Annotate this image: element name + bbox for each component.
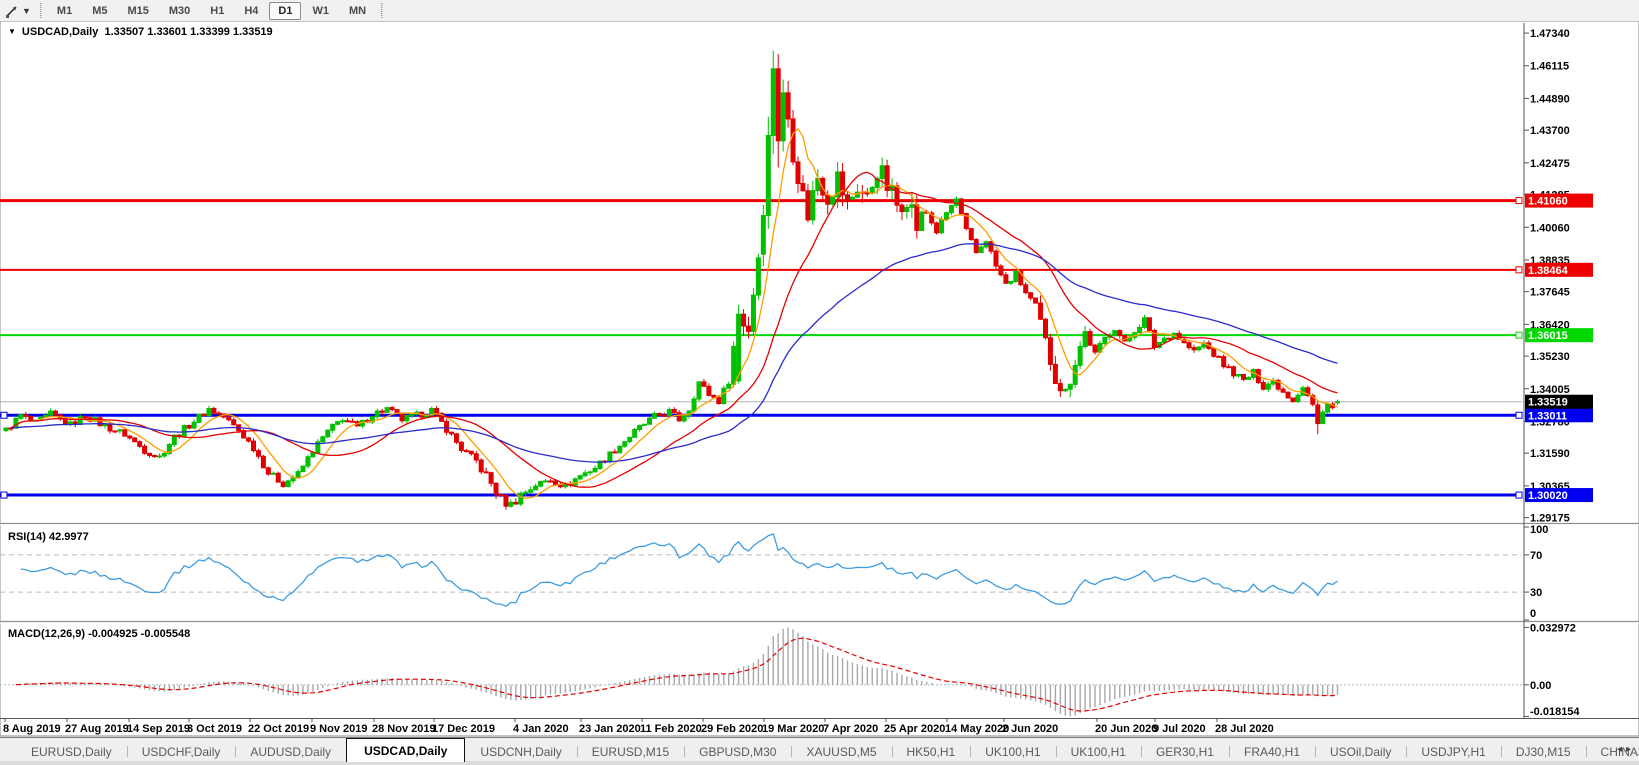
- timeframe-button-h1[interactable]: H1: [201, 2, 233, 20]
- svg-text:3 Oct 2019: 3 Oct 2019: [187, 723, 242, 735]
- svg-text:0: 0: [1530, 608, 1536, 620]
- svg-text:2 Jun 2020: 2 Jun 2020: [1002, 723, 1058, 735]
- timeframe-buttons: M1M5M15M30H1H4D1W1MN: [47, 0, 376, 21]
- svg-text:1.30020: 1.30020: [1528, 490, 1568, 502]
- svg-text:19 Mar 2020: 19 Mar 2020: [762, 723, 824, 735]
- chart-collapse-icon[interactable]: ▼: [8, 27, 16, 36]
- svg-text:1.36015: 1.36015: [1528, 330, 1568, 342]
- svg-text:1.29175: 1.29175: [1530, 513, 1570, 525]
- svg-text:1.35230: 1.35230: [1530, 351, 1570, 363]
- chart-tab-uk100-h1[interactable]: UK100,H1: [970, 741, 1055, 762]
- svg-text:23 Jan 2020: 23 Jan 2020: [579, 723, 641, 735]
- macd-indicator-label: MACD(12,26,9) -0.004925 -0.005548: [8, 628, 190, 640]
- svg-text:28 Jul 2020: 28 Jul 2020: [1215, 723, 1274, 735]
- timeframe-button-w1[interactable]: W1: [303, 2, 338, 20]
- svg-text:8 Aug 2019: 8 Aug 2019: [3, 723, 61, 735]
- svg-text:7 Apr 2020: 7 Apr 2020: [823, 723, 878, 735]
- svg-text:14 Sep 2019: 14 Sep 2019: [127, 723, 190, 735]
- svg-text:29 Feb 2020: 29 Feb 2020: [701, 723, 763, 735]
- chart-tab-usoil-daily[interactable]: USOil,Daily: [1315, 741, 1406, 762]
- svg-text:1.33519: 1.33519: [1528, 397, 1568, 409]
- chart-tab-gbpusd-m30[interactable]: GBPUSD,M30: [684, 741, 791, 762]
- chart-ohlc-values: 1.33507 1.33601 1.33399 1.33519: [104, 26, 272, 38]
- chart-title[interactable]: ▼ USDCAD,Daily 1.33507 1.33601 1.33399 1.…: [8, 26, 273, 38]
- chart-tab-usdjpy-h1[interactable]: USDJPY,H1: [1406, 741, 1500, 762]
- chart-tab-uk100-h1[interactable]: UK100,H1: [1056, 741, 1141, 762]
- chart-tab-usdcad-daily[interactable]: USDCAD,Daily: [346, 738, 465, 762]
- svg-text:1.37645: 1.37645: [1530, 287, 1570, 299]
- timeframe-button-m5[interactable]: M5: [83, 2, 116, 20]
- timeframe-button-mn[interactable]: MN: [340, 2, 375, 20]
- svg-text:30: 30: [1530, 587, 1542, 599]
- svg-text:1.38464: 1.38464: [1528, 265, 1569, 277]
- svg-text:0.032972: 0.032972: [1530, 622, 1576, 634]
- chart-tab-fra40-h1[interactable]: FRA40,H1: [1229, 741, 1315, 762]
- svg-text:1.46115: 1.46115: [1530, 61, 1569, 73]
- svg-text:14 May 2020: 14 May 2020: [945, 723, 1009, 735]
- svg-text:27 Aug 2019: 27 Aug 2019: [65, 723, 129, 735]
- svg-text:1.34005: 1.34005: [1530, 384, 1570, 396]
- chart-window: ▼ USDCAD,Daily 1.33507 1.33601 1.33399 1.…: [0, 21, 1639, 737]
- svg-text:0.00: 0.00: [1530, 680, 1551, 692]
- line-studies-icon[interactable]: [2, 2, 22, 19]
- svg-text:9 Jul 2020: 9 Jul 2020: [1153, 723, 1206, 735]
- chart-tabs: EURUSD,DailyUSDCHF,DailyAUDUSD,DailyUSDC…: [0, 738, 1639, 762]
- chart-tab-ger30-h1[interactable]: GER30,H1: [1141, 741, 1229, 762]
- svg-text:1.41060: 1.41060: [1528, 196, 1568, 208]
- toolbar: ▼ M1M5M15M30H1H4D1W1MN: [0, 0, 1639, 22]
- svg-text:1.31590: 1.31590: [1530, 448, 1570, 460]
- chart-tab-eurusd-daily[interactable]: EURUSD,Daily: [16, 741, 127, 762]
- chart-tab-eurusd-m15[interactable]: EURUSD,M15: [577, 741, 684, 762]
- chart-tab-xauusd-m5[interactable]: XAUUSD,M5: [791, 741, 891, 762]
- chart-tab-hk50-h1[interactable]: HK50,H1: [892, 741, 971, 762]
- toolbar-grip-2[interactable]: [381, 3, 383, 18]
- chart-canvas[interactable]: 1.473401.461151.448901.437001.424751.412…: [0, 21, 1639, 737]
- svg-text:100: 100: [1530, 524, 1548, 536]
- svg-text:-0.018154: -0.018154: [1530, 706, 1580, 718]
- svg-text:28 Nov 2019: 28 Nov 2019: [372, 723, 436, 735]
- svg-text:9 Nov 2019: 9 Nov 2019: [310, 723, 367, 735]
- chart-tab-usdchf-daily[interactable]: USDCHF,Daily: [127, 741, 236, 762]
- timeframe-button-m30[interactable]: M30: [160, 2, 199, 20]
- svg-text:11 Feb 2020: 11 Feb 2020: [640, 723, 702, 735]
- svg-text:1.33011: 1.33011: [1528, 410, 1567, 422]
- svg-text:1.40060: 1.40060: [1530, 222, 1570, 234]
- toolbar-dropdown-icon[interactable]: ▼: [22, 6, 35, 16]
- svg-text:17 Dec 2019: 17 Dec 2019: [432, 723, 495, 735]
- timeframe-button-m1[interactable]: M1: [48, 2, 81, 20]
- timeframe-button-m15[interactable]: M15: [118, 2, 157, 20]
- toolbar-grip[interactable]: [40, 3, 42, 18]
- svg-text:1.43700: 1.43700: [1530, 125, 1570, 137]
- timeframe-button-d1[interactable]: D1: [269, 2, 301, 20]
- chart-symbol-label: USDCAD,Daily: [22, 26, 98, 38]
- svg-text:1.47340: 1.47340: [1530, 28, 1570, 40]
- chart-tab-audusd-daily[interactable]: AUDUSD,Daily: [235, 741, 346, 762]
- tabs-scroll-left-icon[interactable]: ◂: [1617, 744, 1626, 755]
- svg-text:1.42475: 1.42475: [1530, 158, 1570, 170]
- status-strip: [0, 761, 1639, 765]
- svg-text:4 Jan 2020: 4 Jan 2020: [513, 723, 569, 735]
- rsi-indicator-label: RSI(14) 42.9977: [8, 531, 89, 543]
- svg-text:25 Apr 2020: 25 Apr 2020: [884, 723, 945, 735]
- chart-tab-usdcnh-daily[interactable]: USDCNH,Daily: [465, 741, 576, 762]
- svg-text:20 Jun 2020: 20 Jun 2020: [1095, 723, 1157, 735]
- svg-text:1.44890: 1.44890: [1530, 93, 1570, 105]
- tabs-scroll-right-icon[interactable]: ▸: [1626, 744, 1635, 755]
- svg-text:70: 70: [1530, 550, 1542, 562]
- timeframe-button-h4[interactable]: H4: [235, 2, 267, 20]
- chart-tab-dj30-m15[interactable]: DJ30,M15: [1501, 741, 1586, 762]
- svg-text:22 Oct 2019: 22 Oct 2019: [248, 723, 309, 735]
